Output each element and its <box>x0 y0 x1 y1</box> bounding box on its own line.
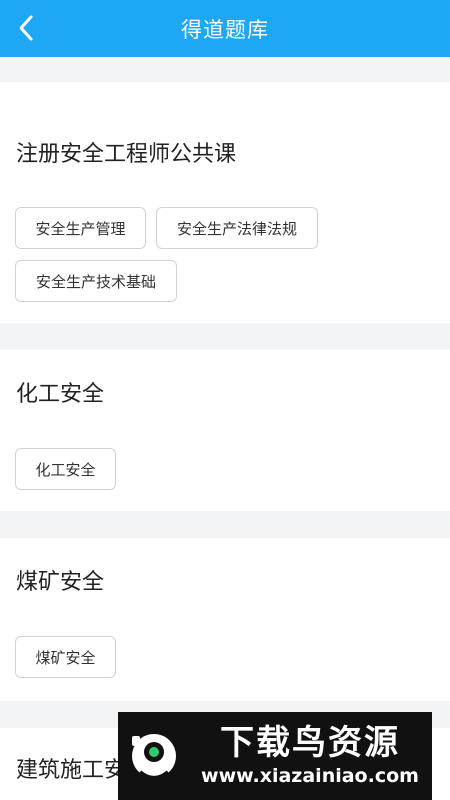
section-title: 煤矿安全 <box>16 570 105 595</box>
category-section: 化工安全 化工安全 <box>0 350 450 511</box>
chip-coal-mine-safety[interactable]: 煤矿安全 <box>15 636 116 678</box>
section-title: 化工安全 <box>16 382 105 407</box>
chip-safety-technology[interactable]: 安全生产技术基础 <box>15 260 177 302</box>
back-arrow-icon[interactable] <box>12 13 42 43</box>
watermark-url: www.xiazainiao.com <box>201 765 419 787</box>
bird-logo-icon <box>132 734 176 780</box>
watermark-text: 下载鸟资源 www.xiazainiao.com <box>188 723 432 789</box>
chip-chemical-safety[interactable]: 化工安全 <box>15 448 116 490</box>
section-title: 注册安全工程师公共课 <box>16 142 237 167</box>
category-section: 煤矿安全 煤矿安全 <box>0 538 450 701</box>
watermark-brand: 下载鸟资源 <box>220 723 400 763</box>
chip-safety-management[interactable]: 安全生产管理 <box>15 207 146 249</box>
watermark-banner: 下载鸟资源 www.xiazainiao.com <box>118 712 432 800</box>
page-title: 得道题库 <box>181 17 269 42</box>
app-header: 得道题库 <box>0 0 450 57</box>
category-section: 注册安全工程师公共课 安全生产管理 安全生产法律法规 安全生产技术基础 <box>0 82 450 323</box>
chip-safety-law[interactable]: 安全生产法律法规 <box>156 207 318 249</box>
